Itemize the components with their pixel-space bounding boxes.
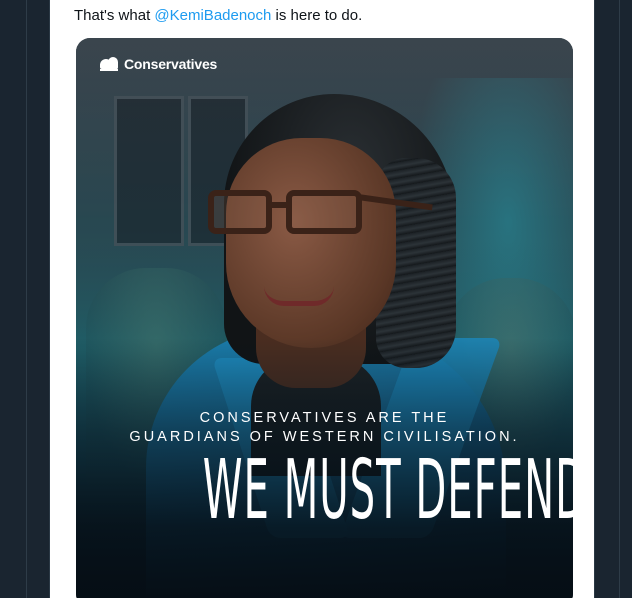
right-sidebar-panel: [594, 0, 632, 598]
portrait-smile: [264, 286, 334, 306]
tweet-image[interactable]: Conservatives CONSERVATIVES ARE THE GUAR…: [76, 38, 573, 598]
tweet-column: That's what @KemiBadenoch is here to do.…: [50, 0, 594, 598]
tweet-text-before: That's what: [74, 7, 155, 24]
mention-link[interactable]: @KemiBadenoch: [154, 7, 271, 24]
brand-name: Conservatives: [124, 56, 218, 72]
subheading-line1: CONSERVATIVES ARE THE: [199, 410, 450, 426]
left-sidebar-panel: [0, 0, 50, 598]
portrait-glasses: [208, 176, 433, 246]
headline: WE MUST DEFEND IT.: [202, 443, 573, 538]
right-divider: [619, 0, 620, 598]
tweet-text: That's what @KemiBadenoch is here to do.: [74, 7, 362, 24]
background-window: [114, 96, 184, 246]
tweet-text-after: is here to do.: [271, 7, 363, 24]
tree-icon: [98, 56, 120, 72]
brand-logo: Conservatives: [98, 56, 217, 72]
left-divider: [26, 0, 27, 598]
